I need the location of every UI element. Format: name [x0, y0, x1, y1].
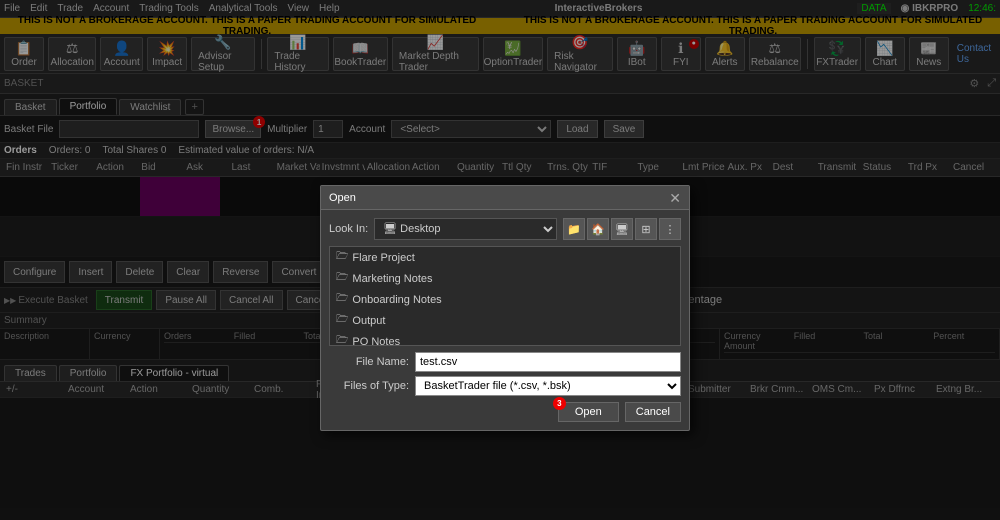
file-item-marketing[interactable]: 🗁 Marketing Notes	[330, 268, 680, 289]
filename-input[interactable]	[415, 352, 681, 372]
look-in-label: Look In:	[329, 223, 368, 235]
desktop-icon-btn[interactable]: 🖥	[611, 218, 633, 240]
dialog-title: Open	[329, 192, 356, 204]
filetype-row: Files of Type: BasketTrader file (*.csv,…	[329, 376, 681, 396]
look-in-row: Look In: 🖥 Desktop 📁 🏠 🖥 ⊞ ⋮	[329, 218, 681, 240]
dialog-body: Look In: 🖥 Desktop 📁 🏠 🖥 ⊞ ⋮ 🗁 Flare Pro…	[321, 210, 689, 430]
file-name-onboarding: Onboarding Notes	[352, 294, 441, 306]
file-name-flare: Flare Project	[352, 252, 414, 264]
dialog-cancel-button[interactable]: Cancel	[625, 402, 681, 422]
folder-icon-4: 🗁	[336, 312, 348, 329]
dialog-close-button[interactable]: ✕	[669, 191, 681, 205]
folder-icon-3: 🗁	[336, 291, 348, 308]
dialog-title-bar: Open ✕	[321, 186, 689, 210]
folder-icon-5: 🗁	[336, 333, 348, 346]
file-item-output[interactable]: 🗁 Output	[330, 310, 680, 331]
dialog-open-button[interactable]: Open	[558, 402, 619, 422]
file-item-po-notes[interactable]: 🗁 PO Notes	[330, 331, 680, 346]
file-list[interactable]: 🗁 Flare Project 🗁 Marketing Notes 🗁 Onbo…	[329, 246, 681, 346]
filename-row: File Name:	[329, 352, 681, 372]
home-icon-btn[interactable]: 🏠	[587, 218, 609, 240]
menu-icon-btn[interactable]: ⋮	[659, 218, 681, 240]
filetype-label: Files of Type:	[329, 380, 409, 392]
file-item-flare[interactable]: 🗁 Flare Project	[330, 247, 680, 268]
file-item-onboarding[interactable]: 🗁 Onboarding Notes	[330, 289, 680, 310]
open-file-dialog: Open ✕ Look In: 🖥 Desktop 📁 🏠 🖥 ⊞ ⋮	[320, 185, 690, 431]
folder-icon: 🗁	[336, 249, 348, 266]
dialog-overlay: Open ✕ Look In: 🖥 Desktop 📁 🏠 🖥 ⊞ ⋮	[0, 0, 1000, 520]
file-name-po-notes: PO Notes	[352, 336, 400, 347]
file-name-output: Output	[352, 315, 385, 327]
new-folder-icon-btn[interactable]: 📁	[563, 218, 585, 240]
look-in-icons: 📁 🏠 🖥 ⊞ ⋮	[563, 218, 681, 240]
folder-icon-2: 🗁	[336, 270, 348, 287]
filename-label: File Name:	[329, 356, 409, 368]
file-name-marketing: Marketing Notes	[352, 273, 432, 285]
grid-icon-btn[interactable]: ⊞	[635, 218, 657, 240]
dialog-buttons: Open 3 Cancel	[329, 402, 681, 422]
look-in-select[interactable]: 🖥 Desktop	[374, 218, 557, 240]
filetype-select[interactable]: BasketTrader file (*.csv, *.bsk)	[415, 376, 681, 396]
